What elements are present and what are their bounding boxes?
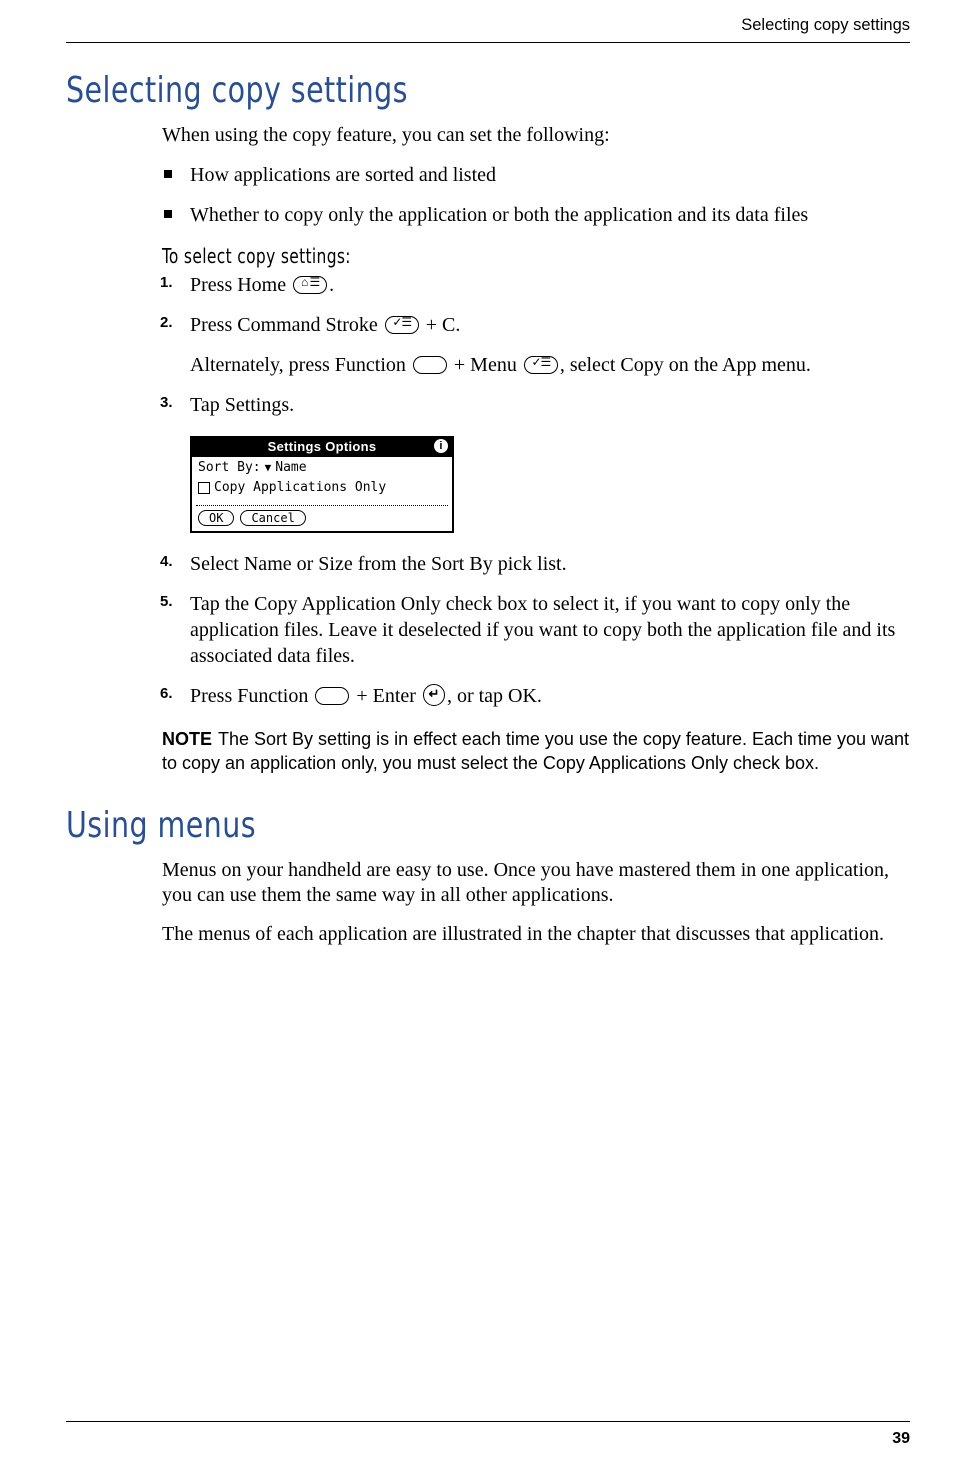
- step-text: Press Home: [190, 274, 291, 296]
- step-6: Press Function + Enter ↵, or tap OK.: [162, 683, 910, 709]
- command-stroke-key-icon: ✓☰: [385, 316, 419, 334]
- copy-apps-only-row[interactable]: Copy Applications Only: [192, 477, 452, 505]
- dialog-title: Settings Options: [268, 439, 377, 456]
- intro-paragraph: When using the copy feature, you can set…: [162, 123, 910, 148]
- function-key-icon: [413, 356, 447, 374]
- step-4: Select Name or Size from the Sort By pic…: [162, 551, 910, 577]
- bullet-list: How applications are sorted and listed W…: [162, 162, 910, 228]
- home-key-icon: ⌂ ☰: [293, 276, 327, 294]
- sort-by-value[interactable]: Name: [275, 460, 306, 477]
- step-2-alt: Alternately, press Function + Menu ✓☰, s…: [190, 352, 910, 378]
- step-3: Tap Settings. Settings Options i Sort By…: [162, 392, 910, 533]
- header-rule: [66, 42, 910, 43]
- function-key-icon: [315, 687, 349, 705]
- step-text: Alternately, press Function: [190, 354, 411, 376]
- step-text: + Enter: [351, 685, 421, 707]
- content-area: Selecting copy settings When using the c…: [66, 70, 910, 961]
- menu-key-icon: ✓☰: [524, 356, 558, 374]
- dropdown-arrow-icon[interactable]: ▼: [265, 461, 272, 475]
- footer-rule: [66, 1421, 910, 1422]
- bullet-item: Whether to copy only the application or …: [162, 202, 910, 228]
- step-text: Press Command Stroke: [190, 314, 383, 336]
- dialog-titlebar: Settings Options i: [192, 438, 452, 457]
- step-1: Press Home ⌂ ☰.: [162, 272, 910, 298]
- page: Selecting copy settings Selecting copy s…: [0, 0, 976, 1466]
- section2-body: Menus on your handheld are easy to use. …: [162, 858, 910, 947]
- step-text: + C.: [421, 314, 461, 336]
- ok-button[interactable]: OK: [198, 510, 234, 526]
- checkbox-icon[interactable]: [198, 482, 210, 494]
- enter-key-icon: ↵: [423, 684, 445, 706]
- checkbox-label: Copy Applications Only: [214, 480, 386, 497]
- step-text: Press Function: [190, 685, 313, 707]
- step-2: Press Command Stroke ✓☰ + C. Alternately…: [162, 312, 910, 378]
- step-5: Tap the Copy Application Only check box …: [162, 591, 910, 669]
- procedure-heading: To select copy settings:: [162, 244, 805, 268]
- step-text: .: [329, 274, 334, 296]
- sort-by-label: Sort By:: [198, 460, 261, 477]
- step-text: , or tap OK.: [447, 685, 542, 707]
- info-icon[interactable]: i: [434, 439, 448, 453]
- paragraph: Menus on your handheld are easy to use. …: [162, 858, 910, 908]
- page-number: 39: [892, 1430, 910, 1448]
- running-header: Selecting copy settings: [741, 16, 910, 35]
- step-text: , select Copy on the App menu.: [560, 354, 811, 376]
- note-label: NOTE: [162, 729, 212, 749]
- cancel-button[interactable]: Cancel: [240, 510, 305, 526]
- step-text: + Menu: [449, 354, 522, 376]
- dialog-button-row: OK Cancel: [192, 506, 452, 531]
- settings-options-dialog: Settings Options i Sort By: ▼ Name Copy …: [190, 436, 454, 533]
- section1-body: When using the copy feature, you can set…: [162, 123, 910, 775]
- section-heading-using-menus: Using menus: [66, 805, 809, 846]
- step-text: Tap Settings.: [190, 394, 294, 416]
- sort-by-row: Sort By: ▼ Name: [192, 457, 452, 477]
- bullet-item: How applications are sorted and listed: [162, 162, 910, 188]
- steps-list: Press Home ⌂ ☰. Press Command Stroke ✓☰ …: [162, 272, 910, 709]
- note-text: The Sort By setting is in effect each ti…: [162, 729, 909, 773]
- section-heading-selecting-copy-settings: Selecting copy settings: [66, 70, 809, 111]
- paragraph: The menus of each application are illust…: [162, 922, 910, 947]
- note-paragraph: NOTEThe Sort By setting is in effect eac…: [162, 727, 910, 776]
